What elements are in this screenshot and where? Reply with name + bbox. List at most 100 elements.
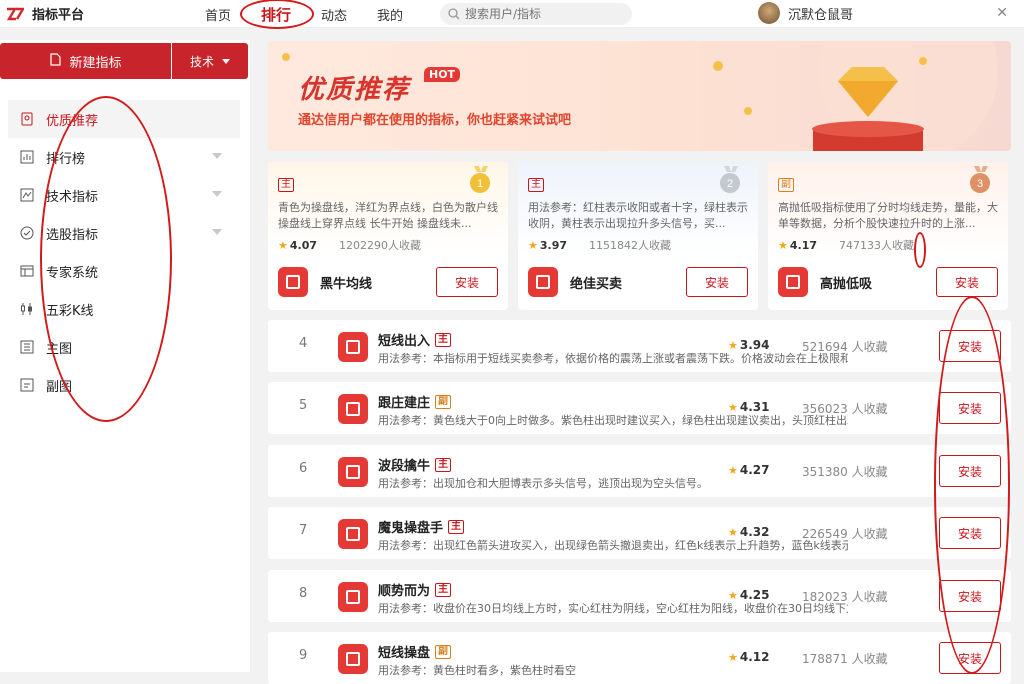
chart-type-tag: 副 [435,394,452,409]
new-indicator-button[interactable]: 新建指标 [0,43,171,79]
star-icon: ★ [728,339,738,352]
rank-number: 8 [299,586,308,601]
stock-select-icon [20,226,34,240]
rank-number: 6 [299,461,308,476]
rating: 4.32 [739,525,770,539]
chart-type-tag: 主 [528,178,544,192]
nav-home[interactable]: 首页 [205,5,231,24]
card-description: 高抛低吸指标使用了分时均线走势，量能，大单等数据，分析个股快速拉升时的上涨... [778,201,998,230]
expand-arrow-icon[interactable] [212,229,222,235]
sidebar-item-4[interactable]: 专家系统 [8,252,240,290]
star-icon: ★ [728,589,738,602]
avatar[interactable] [758,2,780,24]
card-bottom: 黑牛均线 安装 [268,254,508,310]
indicator-title: 波段擒牛主 [378,455,452,474]
install-button[interactable]: 安装 [686,267,748,297]
indicator-app-icon [338,519,368,549]
list-item[interactable]: 7 魔鬼操盘手主用法参考：出现红色箭头进攻买入，出现绿色箭头撤退卖出，红色k线表示… [268,507,1011,559]
indicator-name[interactable]: 短线出入 [378,330,430,349]
sidebar-item-1[interactable]: 排行榜 [8,138,240,176]
tech-dropdown-button[interactable]: 技术 [172,43,248,79]
install-button[interactable]: 安装 [939,517,1001,549]
favorite-count: 226549 人收藏 [802,527,888,541]
sidebar-item-2[interactable]: 技术指标 [8,176,240,214]
list-item[interactable]: 5 跟庄建庄副用法参考：黄色线大于0向上时做多。紫色柱出现时建议买入，绿色柱出现建… [268,382,1011,434]
indicator-name[interactable]: 顺势而为 [378,580,430,599]
install-button[interactable]: 安装 [939,642,1001,674]
list-item[interactable]: 9 短线操盘副用法参考：黄色柱时看多，紫色柱时看空 ★ 4.12 178871 人收藏 安… [268,632,1011,684]
recommend-icon [20,112,34,126]
nav-mine[interactable]: 我的 [377,5,403,24]
card-top: 副 3 高抛低吸指标使用了分时均线走势，量能，大单等数据，分析个股快速拉升时的上涨.… [768,162,1008,254]
indicator-title: 魔鬼操盘手主 [378,517,465,536]
card-description: 用法参考：红柱表示收阳或者十字，绿柱表示收阴，黄柱表示出现拉升多头信号，买... [528,201,748,230]
sidebar-item-label: 技术指标 [46,189,99,205]
nav-feed[interactable]: 动态 [321,5,347,24]
install-button[interactable]: 安装 [939,580,1001,612]
install-button[interactable]: 安装 [936,267,998,297]
install-button[interactable]: 安装 [436,267,498,297]
search-input[interactable] [465,7,625,21]
top-card-1[interactable]: 主 1 青色为操盘线，洋红为界点线，白色为散户线 操盘线上穿界点线 长牛开始 操盘线… [268,162,508,310]
sidebar-item-3[interactable]: 选股指标 [8,214,240,252]
nav-ranking[interactable]: 排行 [261,4,291,25]
indicator-description: 用法参考：出现红色箭头进攻买入，出现绿色箭头撤退卖出，红色k线表示上升趋势，蓝色… [378,539,848,552]
chart-type-tag: 主 [435,332,452,347]
top-card-2[interactable]: 主 2 用法参考：红柱表示收阳或者十字，绿柱表示收阴，黄柱表示出现拉升多头信号，买.… [518,162,758,310]
username[interactable]: 沉默仓鼠哥 [788,4,853,23]
chart-type-tag: 主 [435,457,452,472]
tech-dropdown-label: 技术 [189,54,214,69]
sidebar-item-5[interactable]: 五彩K线 [8,290,240,328]
rating-block: ★ 4.25 [728,588,769,602]
indicator-app-icon [778,267,808,297]
indicator-name[interactable]: 跟庄建庄 [378,392,430,411]
sidebar-item-label: 选股指标 [46,227,99,243]
rating-block: ★ 4.32 [728,525,769,539]
user-profile[interactable]: 沉默仓鼠哥 [758,2,853,24]
ranking-icon [20,150,34,164]
svg-text:3: 3 [977,178,983,190]
tech-indicator-icon [20,188,34,202]
rating-block: ★ 4.31 [728,400,769,414]
top-card-3[interactable]: 副 3 高抛低吸指标使用了分时均线走势，量能，大单等数据，分析个股快速拉升时的上涨.… [768,162,1008,310]
card-top: 主 2 用法参考：红柱表示收阳或者十字，绿柱表示收阴，黄柱表示出现拉升多头信号，买.… [518,162,758,254]
indicator-name[interactable]: 魔鬼操盘手 [378,517,443,536]
indicator-description: 用法参考：收盘价在30日均线上方时，实心红柱为阴线，空心红柱为阳线，收盘价在30… [378,602,848,615]
install-button[interactable]: 安装 [939,330,1001,362]
expand-arrow-icon[interactable] [212,153,222,159]
install-button[interactable]: 安装 [939,392,1001,424]
rating: 3.97 [539,238,568,252]
rating: 4.27 [739,463,770,477]
kline-icon [20,302,34,316]
rank-number: 9 [299,648,308,663]
indicator-name[interactable]: 波段擒牛 [378,455,430,474]
rating-block: ★ 3.94 [728,338,769,352]
rating: 4.07 [289,238,318,252]
close-icon[interactable]: ✕ [996,5,1008,21]
list-item[interactable]: 8 顺势而为主用法参考：收盘价在30日均线上方时，实心红柱为阴线，空心红柱为阳线，… [268,570,1011,622]
indicator-name[interactable]: 绝佳买卖 [570,273,622,292]
indicator-name[interactable]: 短线操盘 [378,642,430,661]
sidebar-item-7[interactable]: 副图 [8,366,240,404]
sidebar-item-0[interactable]: 优质推荐 [8,100,240,138]
rating: 4.12 [739,650,770,664]
rank-number: 4 [299,336,308,351]
rank-number: 5 [299,398,308,413]
indicator-name[interactable]: 高抛低吸 [820,273,872,292]
indicator-app-icon [338,582,368,612]
sidebar-menu: 优质推荐 排行榜技术指标选股指标专家系统 五彩K线 主图副图 [8,100,240,404]
indicator-description: 用法参考：黄色线大于0向上时做多。紫色柱出现时建议买入，绿色柱出现建议卖出，头顶… [378,414,848,427]
list-item[interactable]: 6 波段擒牛主用法参考：出现加仓和大胆博表示多头信号，逃顶出现为空头信号。 ★ 4.2… [268,445,1011,497]
star-icon: ★ [528,238,538,252]
search-box[interactable] [440,3,632,25]
main-chart-icon [20,340,34,354]
install-button[interactable]: 安装 [939,455,1001,487]
favorite-count: 521694 人收藏 [802,340,888,354]
sidebar-item-6[interactable]: 主图 [8,328,240,366]
card-top: 主 1 青色为操盘线，洋红为界点线，白色为散户线 操盘线上穿界点线 长牛开始 操盘线… [268,162,508,254]
sidebar-item-label: 副图 [46,379,73,395]
indicator-name[interactable]: 黑牛均线 [320,273,372,292]
expand-arrow-icon[interactable] [212,191,222,197]
list-item[interactable]: 4 短线出入主用法参考：本指标用于短线买卖参考，依据价格的震荡上涨或者震荡下跌。价… [268,320,1011,372]
indicator-description: 用法参考：本指标用于短线买卖参考，依据价格的震荡上涨或者震荡下跌。价格波动会在上… [378,352,848,365]
